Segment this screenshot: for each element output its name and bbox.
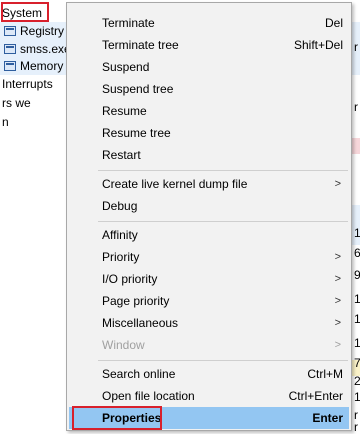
process-icon xyxy=(4,61,16,71)
chevron-right-icon: > xyxy=(334,339,341,351)
menu-item-priority[interactable]: Priority > xyxy=(69,246,349,268)
process-icon xyxy=(4,26,16,36)
menu-item-shortcut: Del xyxy=(324,16,343,30)
menu-item-label: Open file location xyxy=(102,389,195,403)
clipped-cell-text: r xyxy=(354,420,358,434)
menu-item-debug[interactable]: Debug xyxy=(69,195,349,217)
menu-item-label: Miscellaneous xyxy=(102,316,179,330)
menu-item-open-file-location[interactable]: Open file location Ctrl+Enter xyxy=(69,385,349,407)
menu-item-suspend-tree[interactable]: Suspend tree xyxy=(69,78,349,100)
chevron-right-icon: > xyxy=(334,295,341,307)
menu-item-search-online[interactable]: Search online Ctrl+M xyxy=(69,363,349,385)
menu-item-label: Terminate xyxy=(102,16,155,30)
chevron-right-icon: > xyxy=(334,251,341,263)
menu-separator xyxy=(98,221,348,222)
chevron-right-icon: > xyxy=(334,273,341,285)
menu-item-shortcut: Ctrl+M xyxy=(307,367,343,381)
menu-item-shortcut: Enter xyxy=(312,411,343,425)
clipped-cell-text: 9 xyxy=(354,268,360,282)
menu-separator xyxy=(98,360,348,361)
clipped-cell-text: r xyxy=(354,100,358,114)
chevron-right-icon: > xyxy=(334,178,341,190)
clipped-cell-text: 1 xyxy=(354,336,360,350)
menu-item-terminate[interactable]: Terminate Del xyxy=(69,12,349,34)
process-name: smss.exe xyxy=(20,42,71,56)
menu-item-terminate-tree[interactable]: Terminate tree Shift+Del xyxy=(69,34,349,56)
clipped-cell-text: 1 xyxy=(354,292,360,306)
process-name: n xyxy=(2,115,9,129)
menu-item-suspend[interactable]: Suspend xyxy=(69,56,349,78)
menu-item-restart[interactable]: Restart xyxy=(69,144,349,166)
process-name: rs we xyxy=(2,96,31,110)
menu-item-miscellaneous[interactable]: Miscellaneous > xyxy=(69,312,349,334)
menu-item-label: I/O priority xyxy=(102,272,158,286)
menu-item-label: Affinity xyxy=(102,228,138,242)
menu-item-label: Suspend xyxy=(102,60,150,74)
menu-item-resume-tree[interactable]: Resume tree xyxy=(69,122,349,144)
clipped-cell-text: r xyxy=(354,40,358,54)
clipped-cell-text: 2 xyxy=(354,374,360,388)
process-icon xyxy=(4,44,16,54)
chevron-right-icon: > xyxy=(334,317,341,329)
menu-item-label: Resume tree xyxy=(102,126,171,140)
process-name: Registry xyxy=(20,24,65,38)
menu-item-label: Page priority xyxy=(102,294,170,308)
menu-item-label: Debug xyxy=(102,199,138,213)
menu-item-create-live-kernel-dump-file[interactable]: Create live kernel dump file > xyxy=(69,173,349,195)
menu-item-label: Create live kernel dump file xyxy=(102,177,248,191)
clipped-cell-text: 1 xyxy=(354,226,360,240)
system-highlight-box xyxy=(1,2,49,22)
menu-item-label: Terminate tree xyxy=(102,38,179,52)
menu-item-resume[interactable]: Resume xyxy=(69,100,349,122)
context-menu: Terminate Del Terminate tree Shift+Del Suspe… xyxy=(66,2,352,431)
menu-item-label: Resume xyxy=(102,104,147,118)
menu-item-i-o-priority[interactable]: I/O priority > xyxy=(69,268,349,290)
process-name: Interrupts xyxy=(2,77,53,91)
clipped-cell-text: 7 xyxy=(354,356,360,370)
menu-item-shortcut: Shift+Del xyxy=(293,38,343,52)
menu-item-affinity[interactable]: Affinity xyxy=(69,224,349,246)
menu-item-page-priority[interactable]: Page priority > xyxy=(69,290,349,312)
clipped-cell-text: 1 xyxy=(354,390,360,404)
menu-separator xyxy=(98,170,348,171)
menu-item-label: Search online xyxy=(102,367,176,381)
menu-item-label: Window xyxy=(102,338,145,352)
menu-item-window: Window > xyxy=(69,334,349,356)
process-name: Memory xyxy=(20,59,64,73)
clipped-cell-text: 1 xyxy=(354,312,360,326)
menu-item-shortcut: Ctrl+Enter xyxy=(288,389,343,403)
menu-item-label: Suspend tree xyxy=(102,82,174,96)
properties-highlight-box xyxy=(72,406,162,430)
menu-item-label: Restart xyxy=(102,148,141,162)
clipped-cell-text: 6 xyxy=(354,246,360,260)
menu-item-properties[interactable]: Properties Enter xyxy=(69,406,349,430)
menu-item-label: Priority xyxy=(102,250,140,264)
